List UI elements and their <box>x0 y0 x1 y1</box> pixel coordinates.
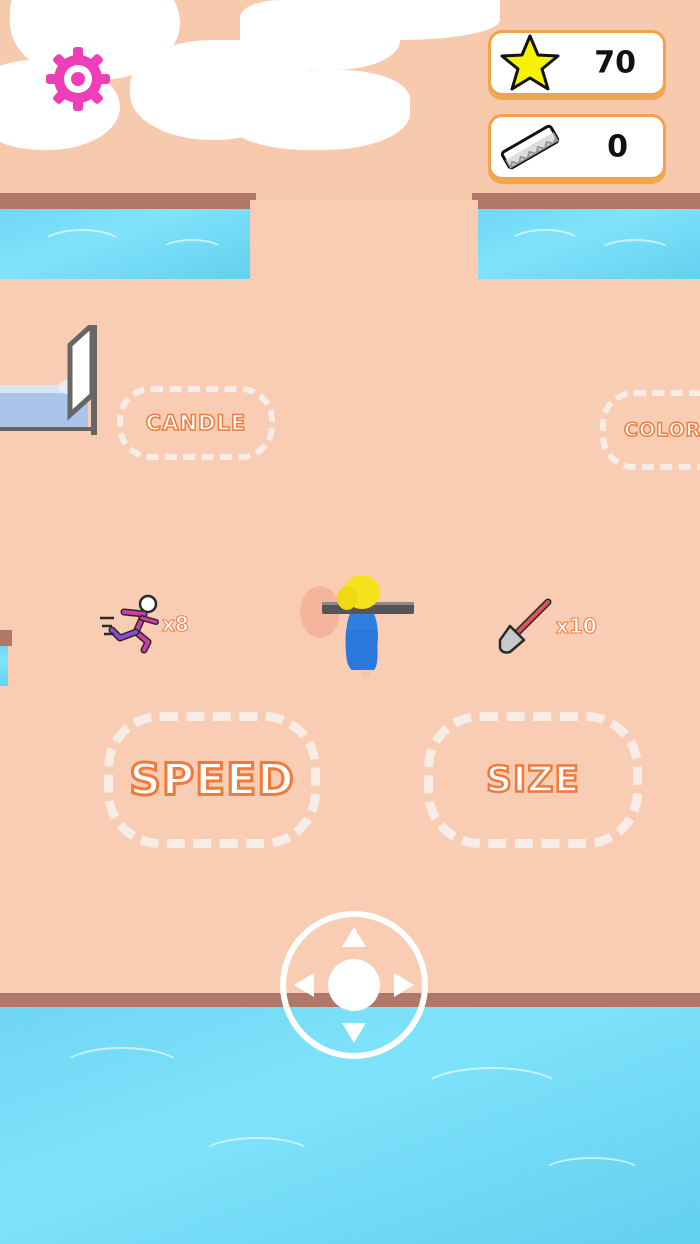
stars-value: 70 <box>594 45 636 81</box>
running-person-icon <box>100 594 159 654</box>
saws-value: 0 <box>607 129 628 165</box>
water-edge <box>0 646 8 686</box>
bed <box>0 319 104 440</box>
player-character <box>292 574 416 682</box>
color-zone-clip: COLOR <box>598 390 700 474</box>
water-ledge <box>0 193 256 209</box>
water-right <box>478 209 700 279</box>
speed-multiplier: x8 <box>162 612 190 637</box>
joystick[interactable] <box>280 911 428 1059</box>
snow-patch <box>300 0 500 40</box>
water-ledge <box>0 630 12 646</box>
settings-button[interactable] <box>44 45 112 113</box>
color-zone[interactable]: COLOR <box>600 390 700 470</box>
joystick-left-arrow <box>294 973 314 997</box>
gear-icon <box>46 47 110 111</box>
speed-zone[interactable]: SPEED <box>104 712 320 848</box>
star-icon <box>500 34 560 91</box>
shovel-pickup[interactable]: x10 <box>494 596 614 658</box>
saw-blade-icon <box>500 124 560 170</box>
saws-counter: 0 <box>488 114 666 180</box>
size-zone-label: SIZE <box>485 758 581 802</box>
bridge-floor <box>250 200 478 280</box>
color-zone-label: COLOR <box>623 418 700 442</box>
water-left <box>0 209 250 279</box>
shovel-icon <box>498 598 552 654</box>
joystick-knob[interactable] <box>328 959 380 1011</box>
speed-pickup[interactable]: x8 <box>98 594 208 656</box>
candle-zone[interactable]: CANDLE <box>117 386 275 460</box>
joystick-down-arrow <box>342 1023 366 1043</box>
size-zone[interactable]: SIZE <box>424 712 642 848</box>
water-ledge <box>472 193 700 209</box>
shovel-multiplier: x10 <box>556 614 598 639</box>
candle-zone-label: CANDLE <box>145 410 247 436</box>
stars-counter: 70 <box>488 30 666 96</box>
joystick-up-arrow <box>342 927 366 947</box>
speed-zone-label: SPEED <box>128 753 296 807</box>
joystick-right-arrow <box>394 973 414 997</box>
